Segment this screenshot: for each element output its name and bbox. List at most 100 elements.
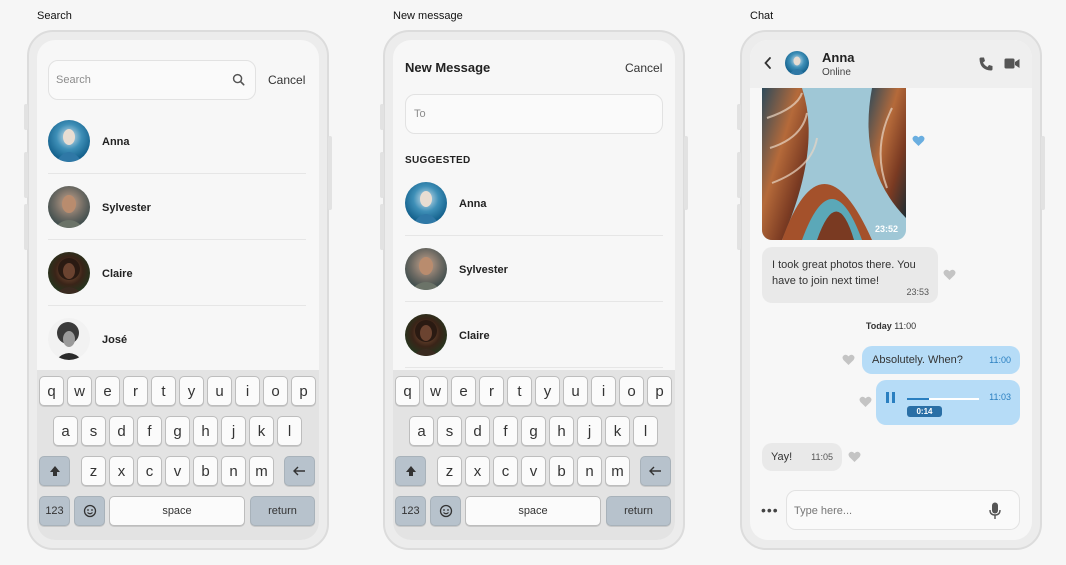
keyboard-key[interactable]: g (521, 416, 546, 446)
keyboard-key[interactable]: c (493, 456, 518, 486)
chat-status: Online (822, 67, 851, 78)
to-field[interactable]: To (405, 94, 663, 134)
numbers-key[interactable]: 123 (395, 496, 426, 526)
keyboard-key[interactable]: i (235, 376, 260, 406)
heart-icon[interactable] (859, 396, 872, 408)
keyboard-key[interactable]: d (109, 416, 134, 446)
keyboard-key[interactable]: w (67, 376, 92, 406)
backspace-key[interactable] (284, 456, 315, 486)
heart-icon[interactable] (842, 354, 855, 366)
phone-icon[interactable] (978, 56, 994, 72)
emoji-key[interactable] (74, 496, 105, 526)
emoji-key[interactable] (430, 496, 461, 526)
keyboard-key[interactable]: f (493, 416, 518, 446)
keyboard-key[interactable]: k (605, 416, 630, 446)
pause-icon[interactable] (886, 392, 895, 403)
back-icon[interactable] (764, 57, 772, 69)
search-icon[interactable] (232, 73, 245, 86)
keyboard-key[interactable]: o (263, 376, 288, 406)
numbers-key[interactable]: 123 (39, 496, 70, 526)
heart-icon[interactable] (912, 135, 925, 147)
avatar (405, 182, 447, 224)
space-key[interactable]: space (109, 496, 245, 526)
keyboard-key[interactable]: n (221, 456, 246, 486)
contact-name: Anna (102, 136, 130, 148)
keyboard-key[interactable]: p (291, 376, 316, 406)
keyboard-key[interactable]: i (591, 376, 616, 406)
keyboard-key[interactable]: a (53, 416, 78, 446)
contact-row[interactable]: Claire (48, 240, 306, 306)
contact-row[interactable]: Anna (48, 108, 306, 174)
keyboard-key[interactable]: t (507, 376, 532, 406)
microphone-icon[interactable] (989, 502, 1001, 520)
keyboard-key[interactable]: r (479, 376, 504, 406)
keyboard-key[interactable]: g (165, 416, 190, 446)
avatar (48, 120, 90, 162)
voice-message[interactable]: 0:14 11:03 (876, 380, 1020, 425)
keyboard-key[interactable]: m (605, 456, 630, 486)
keyboard-key[interactable]: z (437, 456, 462, 486)
keyboard-key[interactable]: r (123, 376, 148, 406)
backspace-key[interactable] (640, 456, 671, 486)
incoming-message[interactable]: Yay! 11:05 (762, 443, 842, 471)
keyboard-key[interactable]: k (249, 416, 274, 446)
message-placeholder: Type here... (794, 505, 853, 517)
keyboard-key[interactable]: q (39, 376, 64, 406)
shift-key[interactable] (395, 456, 426, 486)
keyboard-key[interactable]: j (577, 416, 602, 446)
keyboard-key[interactable]: u (207, 376, 232, 406)
cancel-button[interactable]: Cancel (625, 61, 662, 75)
keyboard-key[interactable]: x (465, 456, 490, 486)
keyboard-key[interactable]: e (95, 376, 120, 406)
shared-photo[interactable]: 23:52 (762, 88, 906, 240)
keyboard-key[interactable]: w (423, 376, 448, 406)
contact-row[interactable]: Sylvester (405, 236, 663, 302)
keyboard-key[interactable]: v (521, 456, 546, 486)
keyboard-key[interactable]: l (633, 416, 658, 446)
keyboard-key[interactable]: b (549, 456, 574, 486)
keyboard-key[interactable]: s (437, 416, 462, 446)
shift-key[interactable] (39, 456, 70, 486)
video-camera-icon[interactable] (1004, 58, 1020, 69)
keyboard-key[interactable]: p (647, 376, 672, 406)
keyboard-key[interactable]: f (137, 416, 162, 446)
contact-row[interactable]: Anna (405, 170, 663, 236)
keyboard-key[interactable]: q (395, 376, 420, 406)
contact-row[interactable]: Claire (405, 302, 663, 368)
keyboard-key[interactable]: y (535, 376, 560, 406)
cancel-button[interactable]: Cancel (268, 73, 305, 87)
heart-icon[interactable] (943, 269, 956, 281)
keyboard-key[interactable]: z (81, 456, 106, 486)
contact-row[interactable]: Sylvester (48, 174, 306, 240)
keyboard-key[interactable]: j (221, 416, 246, 446)
keyboard-key[interactable]: h (193, 416, 218, 446)
keyboard-key[interactable]: y (179, 376, 204, 406)
keyboard-key[interactable]: d (465, 416, 490, 446)
keyboard-key[interactable]: m (249, 456, 274, 486)
space-key[interactable]: space (465, 496, 601, 526)
keyboard-key[interactable]: u (563, 376, 588, 406)
keyboard-key[interactable]: a (409, 416, 434, 446)
outgoing-message[interactable]: Absolutely. When? 11:00 (862, 346, 1020, 374)
message-input[interactable]: Type here... (786, 490, 1020, 530)
return-key[interactable]: return (250, 496, 315, 526)
keyboard-key[interactable]: v (165, 456, 190, 486)
more-options-icon[interactable]: ••• (761, 502, 779, 518)
keyboard-key[interactable]: h (549, 416, 574, 446)
avatar (405, 314, 447, 356)
keyboard-key[interactable]: b (193, 456, 218, 486)
return-key[interactable]: return (606, 496, 671, 526)
contact-row[interactable]: José (48, 306, 306, 372)
keyboard-key[interactable]: t (151, 376, 176, 406)
incoming-message[interactable]: I took great photos there. You have to j… (762, 247, 938, 303)
heart-icon[interactable] (848, 451, 861, 463)
search-input[interactable]: Search (48, 60, 256, 100)
keyboard-key[interactable]: s (81, 416, 106, 446)
contact-name: Claire (102, 268, 133, 280)
keyboard-key[interactable]: l (277, 416, 302, 446)
keyboard-key[interactable]: n (577, 456, 602, 486)
keyboard-key[interactable]: e (451, 376, 476, 406)
keyboard-key[interactable]: o (619, 376, 644, 406)
keyboard-key[interactable]: c (137, 456, 162, 486)
keyboard-key[interactable]: x (109, 456, 134, 486)
